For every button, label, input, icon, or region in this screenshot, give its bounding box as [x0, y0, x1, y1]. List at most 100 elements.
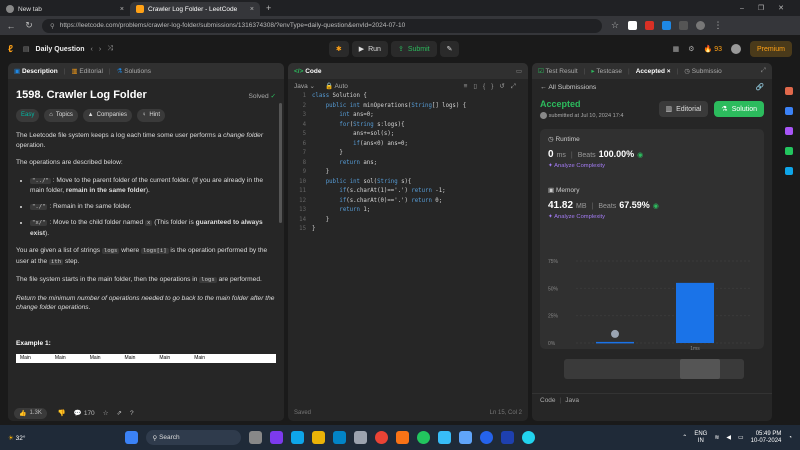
new-tab-button[interactable]: + — [266, 3, 271, 13]
language-indicator[interactable]: ENG IN — [694, 431, 707, 445]
mode-select[interactable]: 🔒 Auto — [325, 82, 348, 90]
user-avatar-marker[interactable] — [611, 329, 619, 338]
code-line[interactable]: 11 if(s.charAt(1)=='.') return -1; — [288, 188, 528, 198]
analyze-complexity-link[interactable]: ✦ Analyze Complexity — [548, 214, 756, 220]
slider-window[interactable] — [680, 359, 720, 379]
notification-icon[interactable]: ◔ — [788, 435, 792, 441]
tab-testcase[interactable]: ▸ Testcase — [591, 67, 622, 75]
code-line[interactable]: 3 int ans=0; — [288, 112, 528, 122]
link-icon[interactable]: 🔗 — [756, 83, 764, 91]
profile-icon[interactable] — [696, 21, 705, 30]
all-submissions-link[interactable]: ← All Submissions — [540, 84, 596, 91]
solution-button[interactable]: ⚗ Solution — [714, 101, 764, 117]
difficulty-badge[interactable]: Easy — [16, 108, 40, 122]
code-line[interactable]: 10 public int sol(String s){ — [288, 179, 528, 189]
tab-code[interactable]: </> Code — [294, 68, 321, 75]
tab-editorial[interactable]: ▥ Editorial — [71, 67, 102, 75]
notes-button[interactable]: ✎ — [439, 41, 460, 57]
code-line[interactable]: 1 class Solution { — [288, 93, 528, 103]
leetcode-logo-icon[interactable]: ℓ — [8, 44, 13, 55]
app-icon[interactable] — [501, 431, 515, 444]
clock[interactable]: 05:49 PM 10-07-2024 — [751, 431, 782, 445]
app-icon[interactable] — [522, 431, 536, 444]
avatar[interactable] — [730, 44, 741, 54]
window-controls[interactable]: –❐✕ — [740, 4, 800, 12]
edge-icon[interactable] — [333, 431, 347, 444]
tab-description[interactable]: ▣ Description — [14, 67, 58, 75]
app-icon[interactable] — [459, 431, 473, 444]
shuffle-icon[interactable]: ⤨ — [107, 45, 113, 53]
close-icon[interactable]: × — [667, 68, 671, 75]
weather-widget[interactable]: ☀ 32° — [8, 434, 25, 442]
code-line[interactable]: 5 ans+=sol(s); — [288, 131, 528, 141]
code-line[interactable]: 14 } — [288, 217, 528, 227]
task-view-icon[interactable] — [249, 431, 263, 444]
file-explorer-icon[interactable] — [312, 431, 326, 444]
close-icon[interactable]: × — [250, 6, 254, 13]
taskbar-search[interactable]: ⚲ Search — [146, 430, 242, 445]
code-line[interactable]: 15} — [288, 226, 528, 236]
share-icon[interactable]: ⇗ — [117, 409, 122, 417]
layout-icon[interactable]: ▦ — [673, 45, 680, 53]
prev-icon[interactable]: ‹ — [91, 46, 93, 53]
vscode-icon[interactable] — [291, 431, 305, 444]
reload-icon[interactable]: ↻ — [24, 20, 34, 31]
sidebar-app-icon[interactable] — [785, 87, 793, 95]
streak-counter[interactable]: 🔥 93 — [704, 45, 722, 53]
star-icon[interactable]: ☆ — [610, 20, 620, 31]
sidebar-app-icon[interactable] — [785, 147, 793, 155]
chrome-icon[interactable] — [375, 431, 389, 444]
like-button[interactable]: 👍 1.3K — [14, 407, 47, 419]
code-line[interactable]: 9 } — [288, 169, 528, 179]
tray-chevron-icon[interactable]: ⌃ — [682, 434, 687, 441]
code-editor[interactable]: 1 class Solution {2 public int minOperati… — [288, 93, 528, 236]
tab-accepted[interactable]: Accepted × — [636, 68, 671, 75]
maximize-icon[interactable]: ▭ — [516, 67, 522, 75]
daily-question-label[interactable]: Daily Question — [36, 46, 85, 53]
code-line[interactable]: 8 return ans; — [288, 160, 528, 170]
app-icon[interactable] — [396, 431, 410, 444]
sidebar-app-icon[interactable] — [785, 167, 793, 175]
code-line[interactable]: 7 } — [288, 150, 528, 160]
submit-button[interactable]: ⇪ Submit — [390, 41, 437, 57]
sidebar-app-icon[interactable] — [785, 107, 793, 115]
tab-solutions[interactable]: ⚗ Solutions — [117, 67, 151, 75]
code-line[interactable]: 6 if(ans<0) ans=0; — [288, 141, 528, 151]
editor-tools[interactable]: ≡▯{}↺⤢ — [464, 82, 522, 91]
url-field[interactable]: ⚲ https://leetcode.com/problems/crawler-… — [42, 18, 602, 33]
app-icon[interactable] — [438, 431, 452, 444]
settings-icon[interactable]: ⚙ — [688, 45, 694, 53]
analyze-complexity-link[interactable]: ✦ Analyze Complexity — [548, 163, 756, 169]
companies-tag[interactable]: ▲ Companies — [82, 108, 132, 122]
code-line[interactable]: 4 for(String s:logs){ — [288, 122, 528, 132]
browser-tab-active[interactable]: Crawler Log Folder - LeetCode × — [130, 2, 260, 16]
tab-submissions[interactable]: ◷ Submissio — [684, 67, 721, 75]
sidebar-app-icon[interactable] — [785, 127, 793, 135]
next-icon[interactable]: › — [99, 46, 101, 53]
tab-test-result[interactable]: ☑ Test Result — [538, 67, 578, 75]
menu-icon[interactable]: ⋮ — [713, 20, 723, 31]
scrollbar[interactable] — [279, 103, 282, 223]
whatsapp-icon[interactable] — [417, 431, 431, 444]
extension-icon[interactable] — [662, 21, 671, 30]
chart-bar[interactable] — [676, 282, 714, 343]
star-icon[interactable]: ☆ — [103, 409, 109, 417]
code-line[interactable]: 12 if(s.charAt(0)=='.') return 0; — [288, 198, 528, 208]
chart-bar[interactable] — [596, 341, 634, 344]
windows-start-icon[interactable] — [125, 431, 139, 444]
editorial-button[interactable]: ▥ Editorial — [658, 101, 709, 117]
code-line[interactable]: 13 return 1; — [288, 207, 528, 217]
debug-button[interactable]: ✱ — [328, 41, 349, 57]
extension-icon[interactable] — [628, 21, 637, 30]
run-button[interactable]: ▶ Run — [351, 41, 388, 57]
teams-icon[interactable] — [270, 431, 284, 444]
extension-icon[interactable] — [645, 21, 654, 30]
help-icon[interactable]: ? — [130, 410, 134, 417]
dislike-icon[interactable]: 👎 — [58, 409, 66, 417]
comments-button[interactable]: 💬 170 — [74, 409, 95, 417]
extension-icon[interactable] — [679, 21, 688, 30]
runtime-distribution-chart[interactable]: 75% 50% 25% 0% 1ms — [546, 255, 761, 365]
battery-icon[interactable]: ▭ — [738, 434, 744, 441]
topics-tag[interactable]: ⌂ Topics — [44, 108, 78, 122]
close-icon[interactable]: × — [120, 6, 124, 13]
